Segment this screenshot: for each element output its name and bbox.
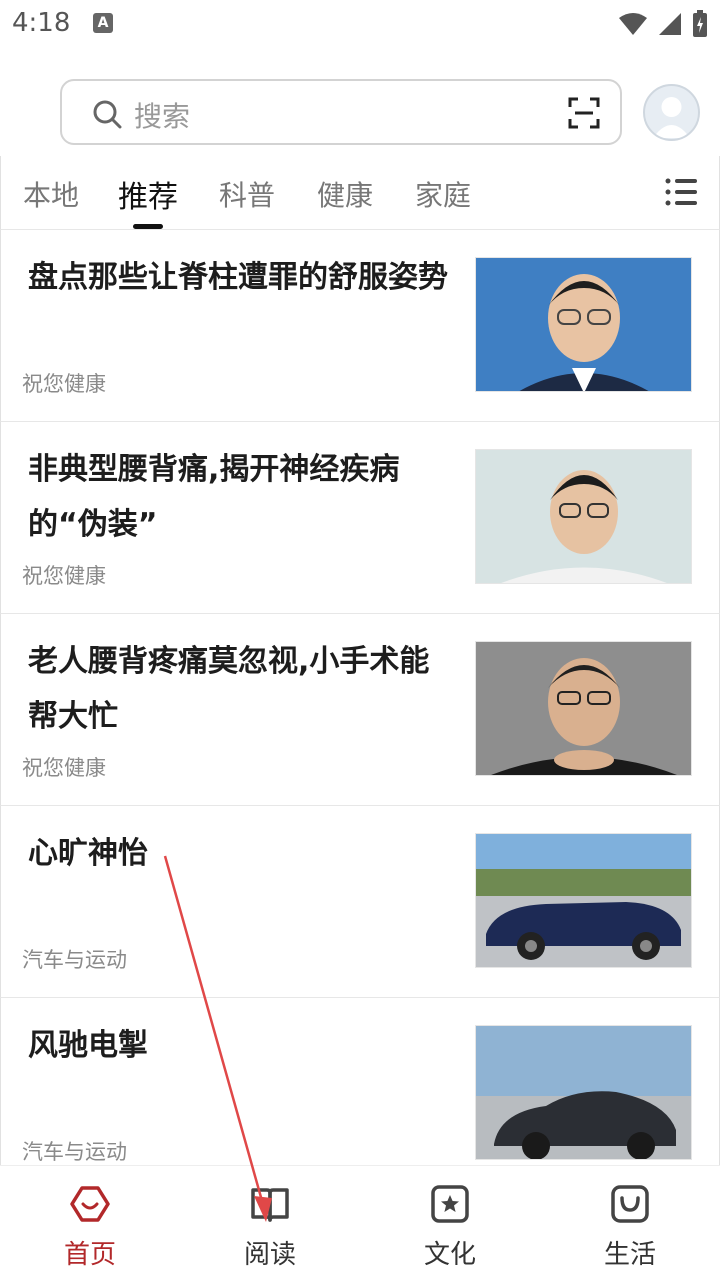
- list-item[interactable]: 风驰电掣 汽车与运动: [0, 998, 720, 1190]
- scan-icon[interactable]: [568, 97, 600, 129]
- bottom-nav: 首页 阅读 文化 生活: [0, 1165, 720, 1281]
- nav-read[interactable]: 阅读: [180, 1166, 360, 1281]
- nav-home[interactable]: 首页: [0, 1166, 180, 1281]
- list-item[interactable]: 心旷神怡 汽车与运动: [0, 806, 720, 998]
- nav-label: 生活: [603, 1240, 656, 1270]
- status-time: 4:18: [12, 8, 71, 38]
- battery-icon: [693, 10, 707, 37]
- user-icon: [653, 97, 690, 138]
- article-thumbnail[interactable]: [475, 833, 692, 968]
- article-thumbnail[interactable]: [475, 449, 692, 584]
- signal-icon: [659, 13, 681, 35]
- tab-health[interactable]: 健康: [317, 174, 373, 214]
- article-thumbnail[interactable]: [475, 257, 692, 392]
- category-tabs: 本地 推荐 科普 健康 家庭: [0, 156, 720, 230]
- article-title[interactable]: 盘点那些让脊柱遭罪的舒服姿势: [28, 250, 448, 305]
- nav-label: 文化: [423, 1240, 476, 1270]
- list-item[interactable]: 盘点那些让脊柱遭罪的舒服姿势 祝您健康: [0, 230, 720, 422]
- article-thumbnail[interactable]: [475, 641, 692, 776]
- nav-life[interactable]: 生活: [540, 1166, 720, 1281]
- search-input[interactable]: 搜索: [134, 95, 190, 135]
- nav-label: 首页: [63, 1240, 116, 1270]
- article-source: 祝您健康: [22, 372, 106, 396]
- article-title[interactable]: 老人腰背疼痛莫忽视,小手术能帮大忙: [28, 634, 448, 744]
- article-thumbnail[interactable]: [475, 1025, 692, 1160]
- menu-icon[interactable]: [665, 178, 697, 206]
- list-item[interactable]: 老人腰背疼痛莫忽视,小手术能帮大忙 祝您健康: [0, 614, 720, 806]
- article-source: 祝您健康: [22, 756, 106, 780]
- status-icons: [618, 10, 708, 38]
- home-hexagon-icon: [70, 1186, 110, 1222]
- article-title[interactable]: 非典型腰背痛,揭开神经疾病的“伪装”: [28, 442, 448, 552]
- search-bar[interactable]: 搜索: [60, 79, 622, 145]
- active-tab-indicator: [133, 224, 163, 229]
- tab-family[interactable]: 家庭: [415, 174, 471, 214]
- nav-culture[interactable]: 文化: [360, 1166, 540, 1281]
- smile-bag-icon: [611, 1185, 649, 1223]
- status-bar: 4:18 A: [0, 0, 720, 50]
- article-title[interactable]: 心旷神怡: [28, 826, 448, 881]
- search-icon: [93, 100, 122, 129]
- article-source: 汽车与运动: [22, 948, 127, 972]
- article-source: 汽车与运动: [22, 1140, 127, 1164]
- star-square-icon: [431, 1185, 469, 1223]
- article-source: 祝您健康: [22, 564, 106, 588]
- nav-label: 阅读: [243, 1240, 296, 1270]
- article-title[interactable]: 风驰电掣: [28, 1018, 448, 1073]
- avatar[interactable]: [643, 84, 700, 141]
- tab-local[interactable]: 本地: [23, 174, 79, 214]
- list-item[interactable]: 非典型腰背痛,揭开神经疾病的“伪装” 祝您健康: [0, 422, 720, 614]
- tab-science[interactable]: 科普: [219, 174, 275, 214]
- book-icon: [251, 1188, 289, 1222]
- notification-icon: A: [93, 13, 113, 33]
- tab-recommended[interactable]: 推荐: [118, 172, 178, 216]
- wifi-icon: [619, 13, 647, 35]
